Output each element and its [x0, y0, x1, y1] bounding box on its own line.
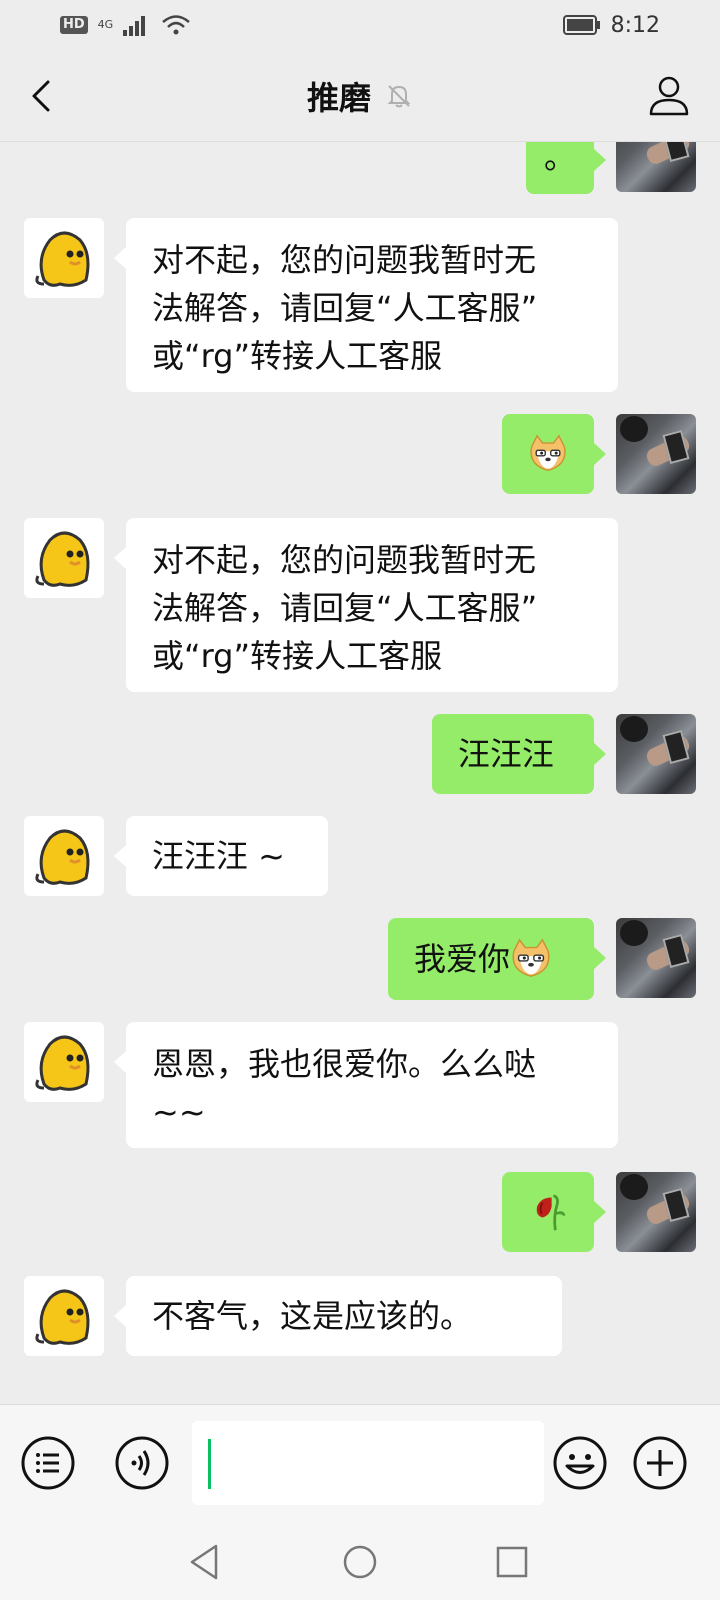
network-type: 4G [97, 18, 114, 31]
chick-avatar-icon [35, 829, 90, 885]
message-line: 不客气，这是应该的。 [152, 1297, 473, 1335]
avatar[interactable] [616, 1172, 696, 1252]
wilted-rose-emoji [536, 1194, 566, 1231]
message-line: 或“rg”转接人工客服 [152, 337, 443, 375]
doge-emoji [530, 434, 566, 472]
avatar[interactable] [24, 816, 104, 896]
message-bubble-other[interactable]: 汪汪汪 ~ [114, 816, 328, 896]
avatar[interactable] [616, 414, 696, 494]
status-right: 8:12 [562, 12, 660, 38]
input-bar [0, 1404, 720, 1520]
battery-icon [562, 15, 600, 35]
avatar[interactable] [616, 714, 696, 794]
message-bubble-self[interactable]: 。 [526, 142, 606, 194]
message-bubble-self[interactable]: 汪汪汪 [432, 714, 606, 794]
system-nav-bar [0, 1520, 720, 1600]
status-left: HD 4G [60, 14, 191, 36]
smiley-icon[interactable] [552, 1435, 608, 1491]
message-text: 我爱你 [414, 940, 511, 978]
message-text: 。 [544, 142, 577, 176]
clock: 8:12 [610, 12, 660, 38]
voice-icon[interactable] [114, 1435, 170, 1491]
avatar[interactable] [24, 518, 104, 598]
list-menu-icon[interactable] [20, 1435, 76, 1491]
message-bubble-other[interactable]: 对不起，您的问题我暂时无 法解答，请回复“人工客服” 或“rg”转接人工客服 [114, 518, 618, 692]
message-line: 汪汪汪 ~ [152, 837, 285, 875]
text-caret [208, 1439, 211, 1489]
message-bubble-self[interactable]: 我爱你 [388, 918, 606, 1000]
message-line: 对不起，您的问题我暂时无 [152, 541, 537, 579]
hd-badge: HD [60, 16, 88, 34]
avatar[interactable] [24, 218, 104, 298]
triangle-back-icon[interactable] [184, 1540, 228, 1584]
message-input[interactable] [192, 1421, 544, 1505]
chat-header: 推磨 [0, 50, 720, 142]
avatar[interactable] [616, 918, 696, 998]
circle-home-icon[interactable] [338, 1540, 382, 1584]
person-icon[interactable] [646, 72, 692, 118]
message-bubble-other[interactable]: 对不起，您的问题我暂时无 法解答，请回复“人工客服” 或“rg”转接人工客服 [114, 218, 618, 392]
message-line: 对不起，您的问题我暂时无 [152, 241, 537, 279]
chevron-left-icon[interactable] [22, 74, 66, 118]
message-line: 法解答，请回复“人工客服” [152, 289, 538, 327]
chick-avatar-icon [35, 231, 90, 287]
avatar[interactable] [616, 142, 696, 192]
message-line: 恩恩，我也很爱你。么么哒 [152, 1045, 537, 1083]
chat-title: 推磨 [306, 78, 371, 117]
signal-icon [123, 16, 146, 36]
plus-icon[interactable] [632, 1435, 688, 1491]
message-text: 汪汪汪 [458, 735, 555, 773]
message-list[interactable]: 。 对不起，您的问题我暂时无 法解答，请回复“人工客服” 或“rg”转接人工客服 [0, 142, 720, 1404]
chick-avatar-icon [35, 1289, 90, 1345]
message-line: 法解答，请回复“人工客服” [152, 589, 538, 627]
message-bubble-other[interactable]: 恩恩，我也很爱你。么么哒 ~~ [114, 1022, 618, 1148]
bell-off-icon [387, 84, 411, 107]
status-bar: HD 4G 8:12 [0, 0, 720, 50]
wifi-icon [162, 15, 191, 35]
doge-emoji [512, 938, 550, 977]
message-bubble-self[interactable] [502, 414, 606, 494]
message-bubble-self[interactable] [502, 1172, 606, 1252]
chick-avatar-icon [35, 1035, 90, 1091]
chick-avatar-icon [35, 531, 90, 587]
message-line: ~~ [152, 1093, 206, 1131]
title-wrap: 推磨 [307, 73, 413, 119]
avatar[interactable] [24, 1022, 104, 1102]
avatar[interactable] [24, 1276, 104, 1356]
square-recents-icon[interactable] [490, 1540, 534, 1584]
message-bubble-other[interactable]: 不客气，这是应该的。 [114, 1276, 562, 1356]
message-line: 或“rg”转接人工客服 [152, 637, 443, 675]
